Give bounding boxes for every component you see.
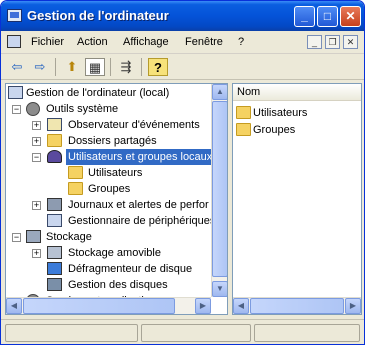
tree-item-label: Gestionnaire de périphériques — [68, 215, 216, 227]
collapse-icon[interactable]: − — [12, 105, 21, 114]
child-minimize-button[interactable]: _ — [307, 35, 322, 49]
folder-icon — [68, 166, 83, 179]
expand-icon[interactable]: + — [32, 137, 41, 146]
menu-affichage[interactable]: Affichage — [123, 36, 169, 48]
tree-item-label: Stockage amovible — [68, 247, 161, 259]
disk-management-icon — [47, 278, 62, 291]
scroll-up-icon[interactable]: ▲ — [212, 84, 227, 100]
menu-bar: Fichier Action Affichage Fenêtre ? _ ❐ ✕ — [1, 31, 364, 54]
tools-icon — [26, 102, 40, 116]
list-item-label: Utilisateurs — [253, 107, 308, 119]
minimize-button[interactable]: _ — [294, 6, 315, 27]
show-hide-tree-icon[interactable]: ▦ — [85, 58, 105, 76]
tree-horizontal-scrollbar[interactable]: ◀ ▶ — [6, 297, 211, 314]
console-tree[interactable]: Gestion de l'ordinateur (local) − Outils… — [5, 83, 228, 315]
window: Gestion de l'ordinateur _ □ ✕ Fichier Ac… — [0, 0, 365, 345]
child-close-button[interactable]: ✕ — [343, 35, 358, 49]
scroll-left-icon[interactable]: ◀ — [6, 298, 22, 314]
computer-icon — [8, 86, 23, 99]
window-title: Gestion de l'ordinateur — [27, 8, 169, 23]
tree-item-label: Gestion de l'ordinateur (local) — [26, 87, 170, 99]
computer-management-icon — [7, 9, 22, 22]
menu-fenetre[interactable]: Fenêtre — [185, 36, 223, 48]
tree-item-label: Utilisateurs et groupes locaux — [66, 149, 215, 165]
toolbar: ⇦ ⇨ ⬆ ▦ ⇶ ? — [1, 55, 364, 80]
collapse-icon[interactable]: − — [12, 233, 21, 242]
status-bar — [1, 319, 364, 344]
tree-item-label: Outils système — [46, 103, 119, 115]
title-bar[interactable]: Gestion de l'ordinateur _ □ ✕ — [1, 1, 364, 31]
defrag-icon — [47, 262, 62, 275]
tree-item-label: Stockage — [46, 231, 92, 243]
menu-fichier[interactable]: Fichier — [31, 36, 64, 48]
back-arrow-icon[interactable]: ⇦ — [7, 58, 27, 76]
tree-item-label: Gestion des disques — [68, 279, 168, 291]
tree-item-label: Utilisateurs — [88, 167, 143, 179]
forward-arrow-icon[interactable]: ⇨ — [30, 58, 50, 76]
expand-icon[interactable]: + — [32, 201, 41, 210]
toolbar-separator — [55, 58, 56, 76]
event-viewer-icon — [47, 118, 62, 131]
toolbar-separator — [141, 58, 142, 76]
tree-item-label: Groupes — [88, 183, 131, 195]
maximize-button[interactable]: □ — [317, 6, 338, 27]
up-folder-icon[interactable]: ⬆ — [62, 58, 82, 76]
folder-icon — [236, 123, 251, 136]
menu-action[interactable]: Action — [77, 36, 108, 48]
details-pane[interactable]: Nom Utilisateurs Groupes ◀ ▶ — [232, 83, 362, 315]
scroll-left-icon[interactable]: ◀ — [233, 298, 249, 314]
list-item-label: Groupes — [253, 124, 296, 136]
vertical-scroll-thumb[interactable] — [212, 101, 227, 277]
scroll-right-icon[interactable]: ▶ — [195, 298, 211, 314]
users-icon — [47, 150, 62, 163]
horizontal-scroll-thumb[interactable] — [23, 298, 175, 314]
status-pane — [254, 324, 360, 342]
scroll-right-icon[interactable]: ▶ — [345, 298, 361, 314]
expand-icon[interactable]: + — [32, 249, 41, 258]
shared-folder-icon — [47, 134, 62, 147]
removable-storage-icon — [47, 246, 62, 259]
scroll-down-icon[interactable]: ▼ — [212, 281, 227, 297]
help-icon[interactable]: ? — [148, 58, 168, 76]
export-list-icon[interactable]: ⇶ — [116, 58, 136, 76]
mmc-app-icon[interactable] — [7, 35, 21, 48]
tree-item-label: Journaux et alertes de perfor — [68, 199, 209, 211]
horizontal-scroll-thumb[interactable] — [250, 298, 344, 314]
device-manager-icon — [47, 214, 62, 227]
status-pane — [141, 324, 251, 342]
child-restore-button[interactable]: ❐ — [325, 35, 340, 49]
collapse-icon[interactable]: − — [32, 153, 41, 162]
folder-icon — [68, 182, 83, 195]
list-horizontal-scrollbar[interactable]: ◀ ▶ — [233, 297, 361, 314]
column-header-name[interactable]: Nom — [233, 84, 361, 101]
tree-item-label: Dossiers partagés — [68, 135, 157, 147]
tree-item-label: Observateur d'événements — [68, 119, 200, 131]
close-button[interactable]: ✕ — [340, 6, 361, 27]
menu-help[interactable]: ? — [238, 36, 244, 48]
toolbar-separator — [110, 58, 111, 76]
tree-vertical-scrollbar[interactable]: ▲ ▼ — [211, 84, 227, 297]
performance-log-icon — [47, 198, 62, 211]
storage-icon — [26, 230, 41, 243]
expand-icon[interactable]: + — [32, 121, 41, 130]
status-pane — [5, 324, 138, 342]
folder-icon — [236, 106, 251, 119]
tree-item-label: Défragmenteur de disque — [68, 263, 193, 275]
